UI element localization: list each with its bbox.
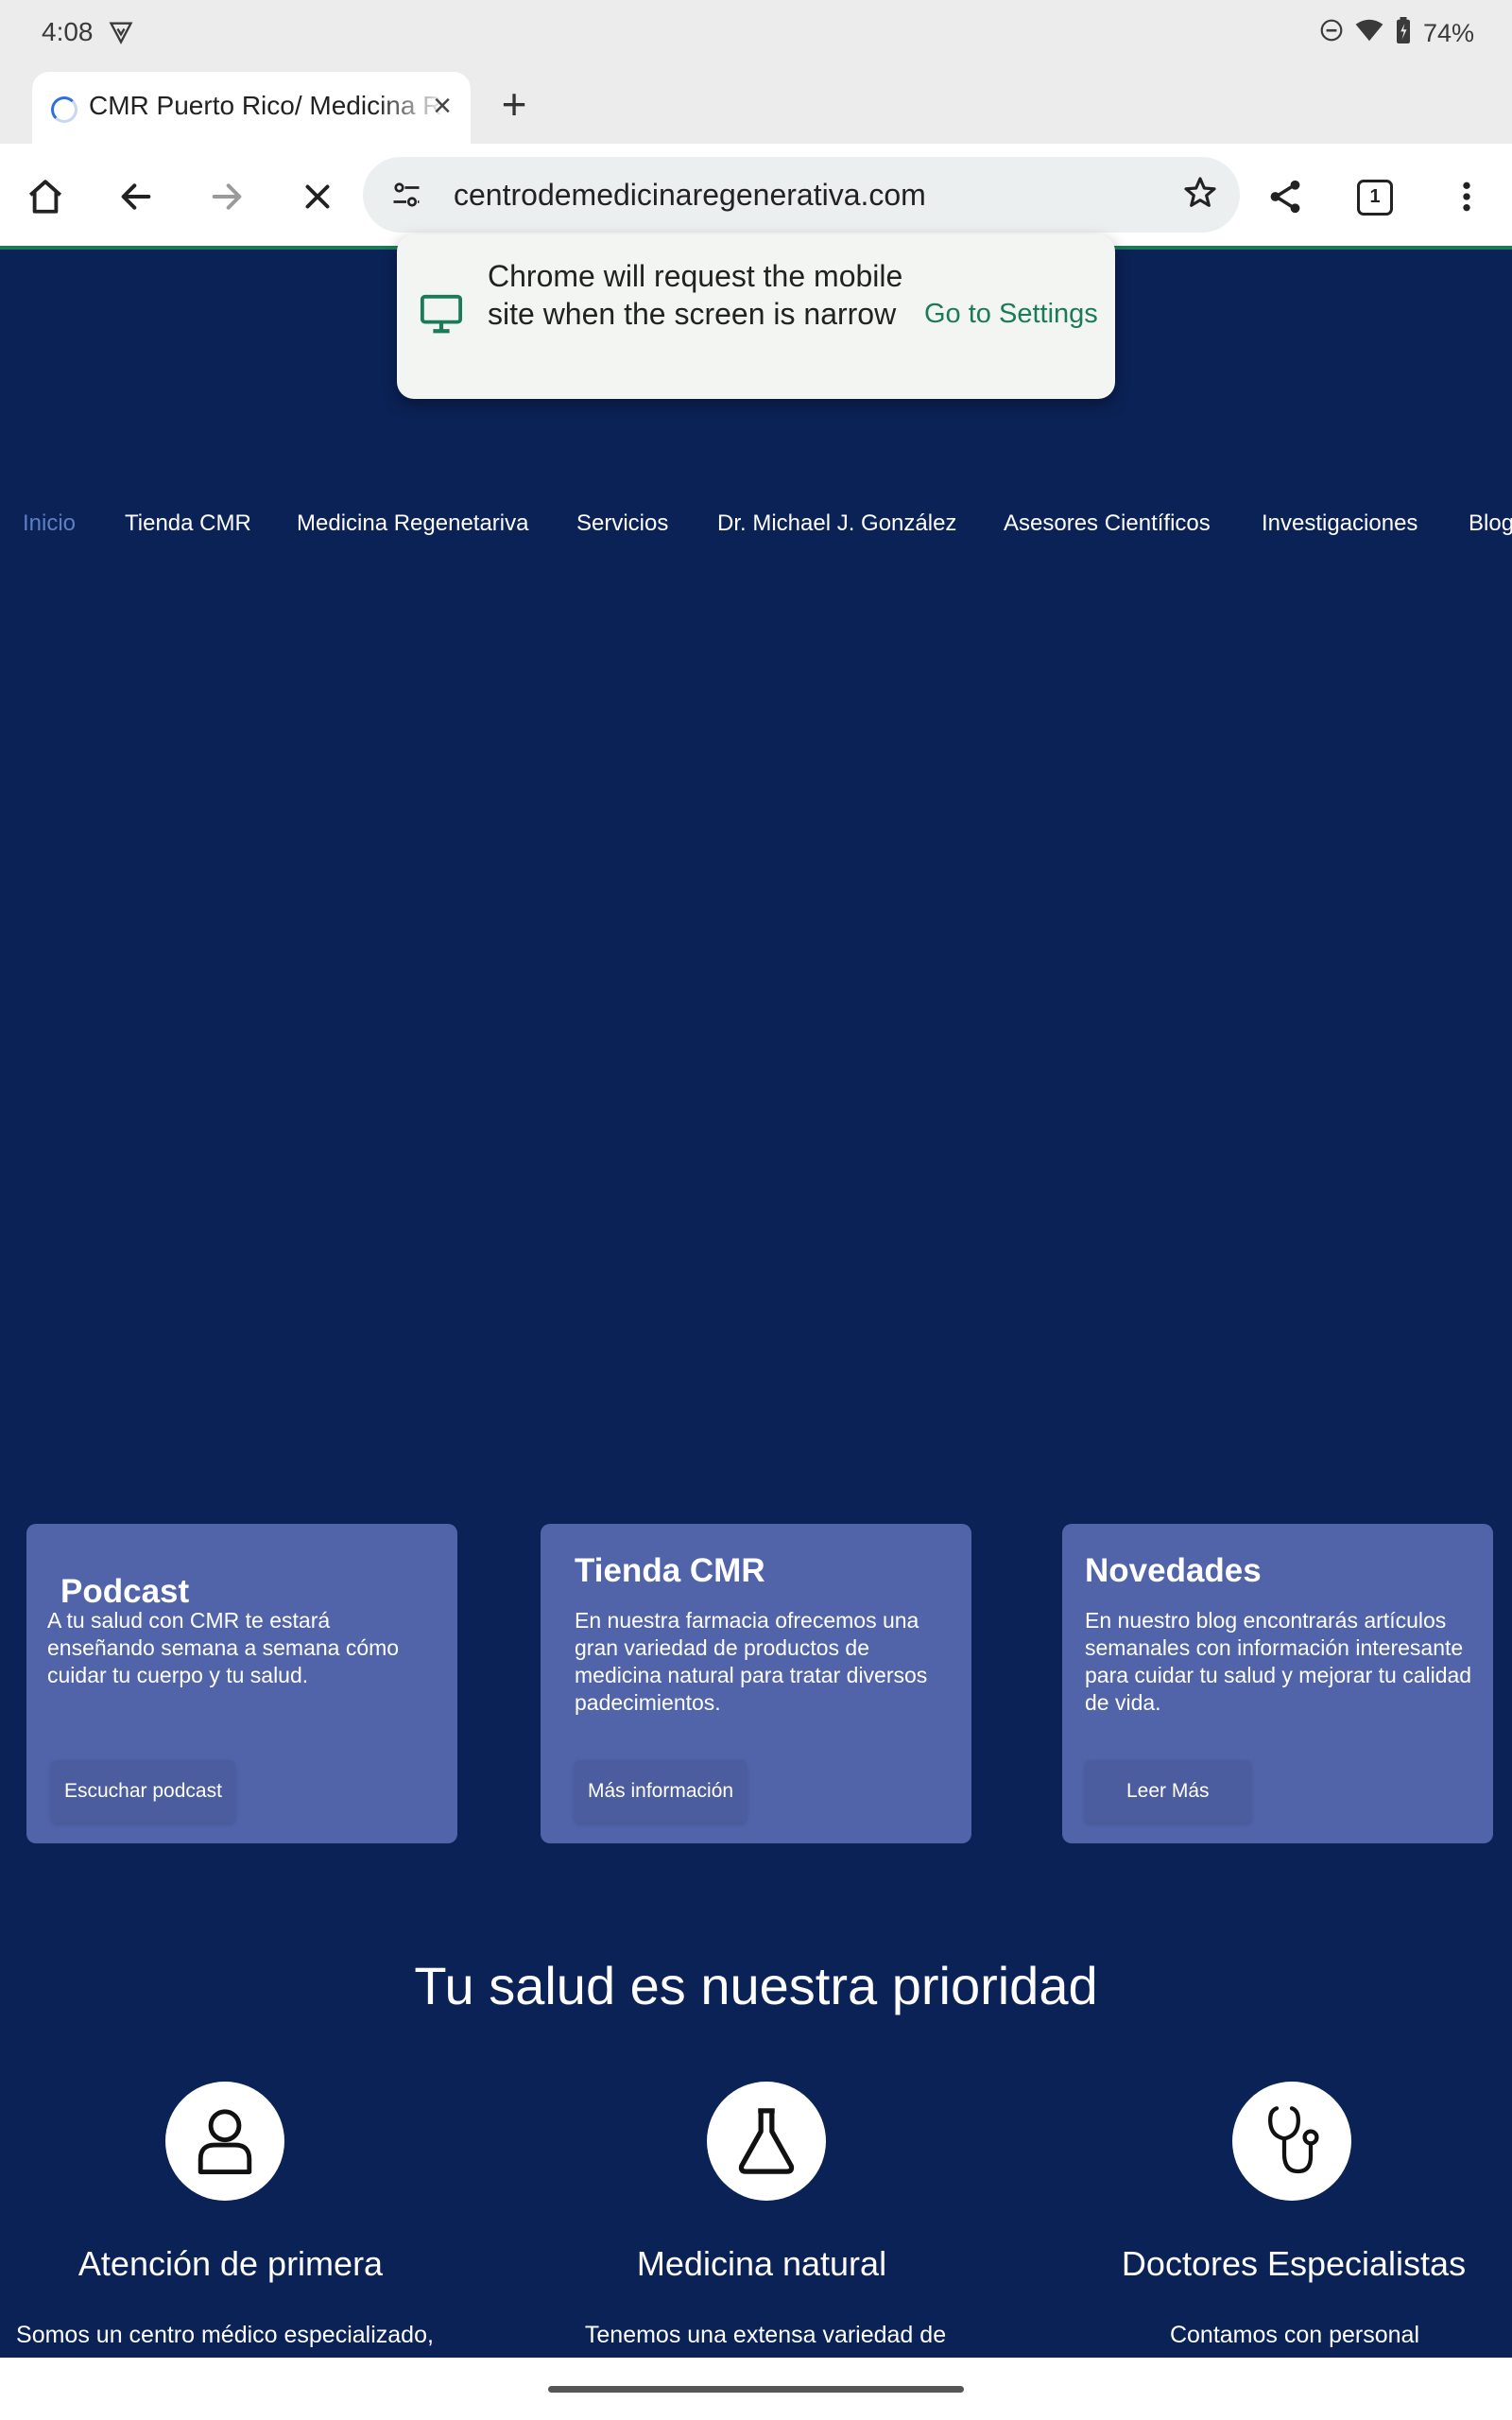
share-icon[interactable]	[1259, 170, 1312, 223]
wifi-icon	[1355, 18, 1383, 49]
vpn-icon	[108, 19, 134, 50]
new-tab-button[interactable]: +	[491, 82, 537, 129]
feature-text: Somos un centro médico especializado,	[16, 2322, 434, 2348]
battery-percent: 74%	[1422, 19, 1474, 47]
monitor-icon	[420, 293, 463, 339]
site-navigation: Inicio Tienda CMR Medicina Regenetariva …	[0, 510, 1512, 548]
more-menu-icon[interactable]	[1440, 170, 1493, 223]
feature-title: Medicina natural	[636, 2244, 887, 2283]
feature-title: Doctores Especialistas	[1121, 2244, 1467, 2283]
address-bar[interactable]: centrodemedicinaregenerativa.com	[363, 157, 1240, 233]
tab-strip: CMR Puerto Rico/ Medicina Regenerativa ×…	[0, 68, 1512, 144]
feature-text: Contamos con personal	[1169, 2322, 1420, 2348]
close-tab-icon[interactable]: ×	[427, 90, 457, 122]
card-podcast: Podcast A tu salud con CMR te estará ens…	[26, 1524, 457, 1843]
gesture-bar	[0, 2358, 1512, 2420]
home-gesture-handle[interactable]	[548, 2386, 964, 2393]
loading-spinner-icon	[51, 96, 77, 123]
feature-title: Atención de primera	[77, 2244, 384, 2283]
section-heading: Tu salud es nuestra prioridad	[414, 1956, 1098, 2015]
forward-arrow-icon[interactable]	[200, 170, 253, 223]
status-time: 4:08	[42, 17, 94, 46]
home-icon[interactable]	[19, 170, 72, 223]
flask-icon	[707, 2082, 826, 2201]
back-arrow-icon[interactable]	[110, 170, 163, 223]
read-more-button[interactable]: Leer Más	[1085, 1760, 1251, 1823]
listen-podcast-button[interactable]: Escuchar podcast	[51, 1760, 235, 1823]
person-icon	[165, 2082, 284, 2201]
nav-inicio[interactable]: Inicio	[23, 510, 76, 537]
battery-icon	[1395, 17, 1412, 50]
mobile-site-popup: Chrome will request the mobile site when…	[397, 234, 1115, 399]
url-text[interactable]: centrodemedicinaregenerativa.com	[454, 178, 926, 213]
card-text: En nuestro blog encontrarás artículos se…	[1085, 1608, 1472, 1715]
do-not-disturb-icon	[1319, 18, 1344, 49]
browser-tab[interactable]: CMR Puerto Rico/ Medicina Regenerativa ×	[32, 72, 471, 144]
tab-switcher-button[interactable]: 1	[1357, 180, 1393, 216]
card-novedades: Novedades En nuestro blog encontrarás ar…	[1062, 1524, 1493, 1843]
nav-tienda-cmr[interactable]: Tienda CMR	[125, 510, 251, 537]
nav-asesores-cientificos[interactable]: Asesores Científicos	[1004, 510, 1211, 537]
nav-medicina-regenerativa[interactable]: Medicina Regenetariva	[297, 510, 528, 537]
popup-message: Chrome will request the mobile site when…	[488, 259, 903, 331]
status-icons: 74%	[1319, 17, 1474, 50]
site-settings-icon[interactable]	[389, 178, 423, 216]
more-info-button[interactable]: Más información	[575, 1760, 747, 1823]
card-title: Novedades	[1085, 1552, 1262, 1589]
card-title: Tienda CMR	[575, 1552, 765, 1589]
feature-text: Tenemos una extensa variedad de	[584, 2322, 947, 2348]
nav-servicios[interactable]: Servicios	[576, 510, 668, 537]
card-title: Podcast	[60, 1573, 190, 1610]
nav-investigaciones[interactable]: Investigaciones	[1262, 510, 1418, 537]
card-text: A tu salud con CMR te estará enseñando s…	[47, 1608, 400, 1687]
status-bar: 4:08 74%	[0, 0, 1512, 68]
bookmark-star-icon[interactable]	[1181, 174, 1219, 216]
go-to-settings-button[interactable]: Go to Settings	[924, 299, 1098, 330]
nav-blog[interactable]: Blog	[1469, 510, 1512, 537]
nav-dr-gonzalez[interactable]: Dr. Michael J. González	[717, 510, 956, 537]
tab-title: CMR Puerto Rico/ Medicina Regenerativa	[89, 91, 448, 120]
card-tienda: Tienda CMR En nuestra farmacia ofrecemos…	[541, 1524, 971, 1843]
card-text: En nuestra farmacia ofrecemos una gran v…	[575, 1608, 928, 1715]
stop-loading-icon[interactable]	[291, 170, 344, 223]
stethoscope-icon	[1232, 2082, 1351, 2201]
